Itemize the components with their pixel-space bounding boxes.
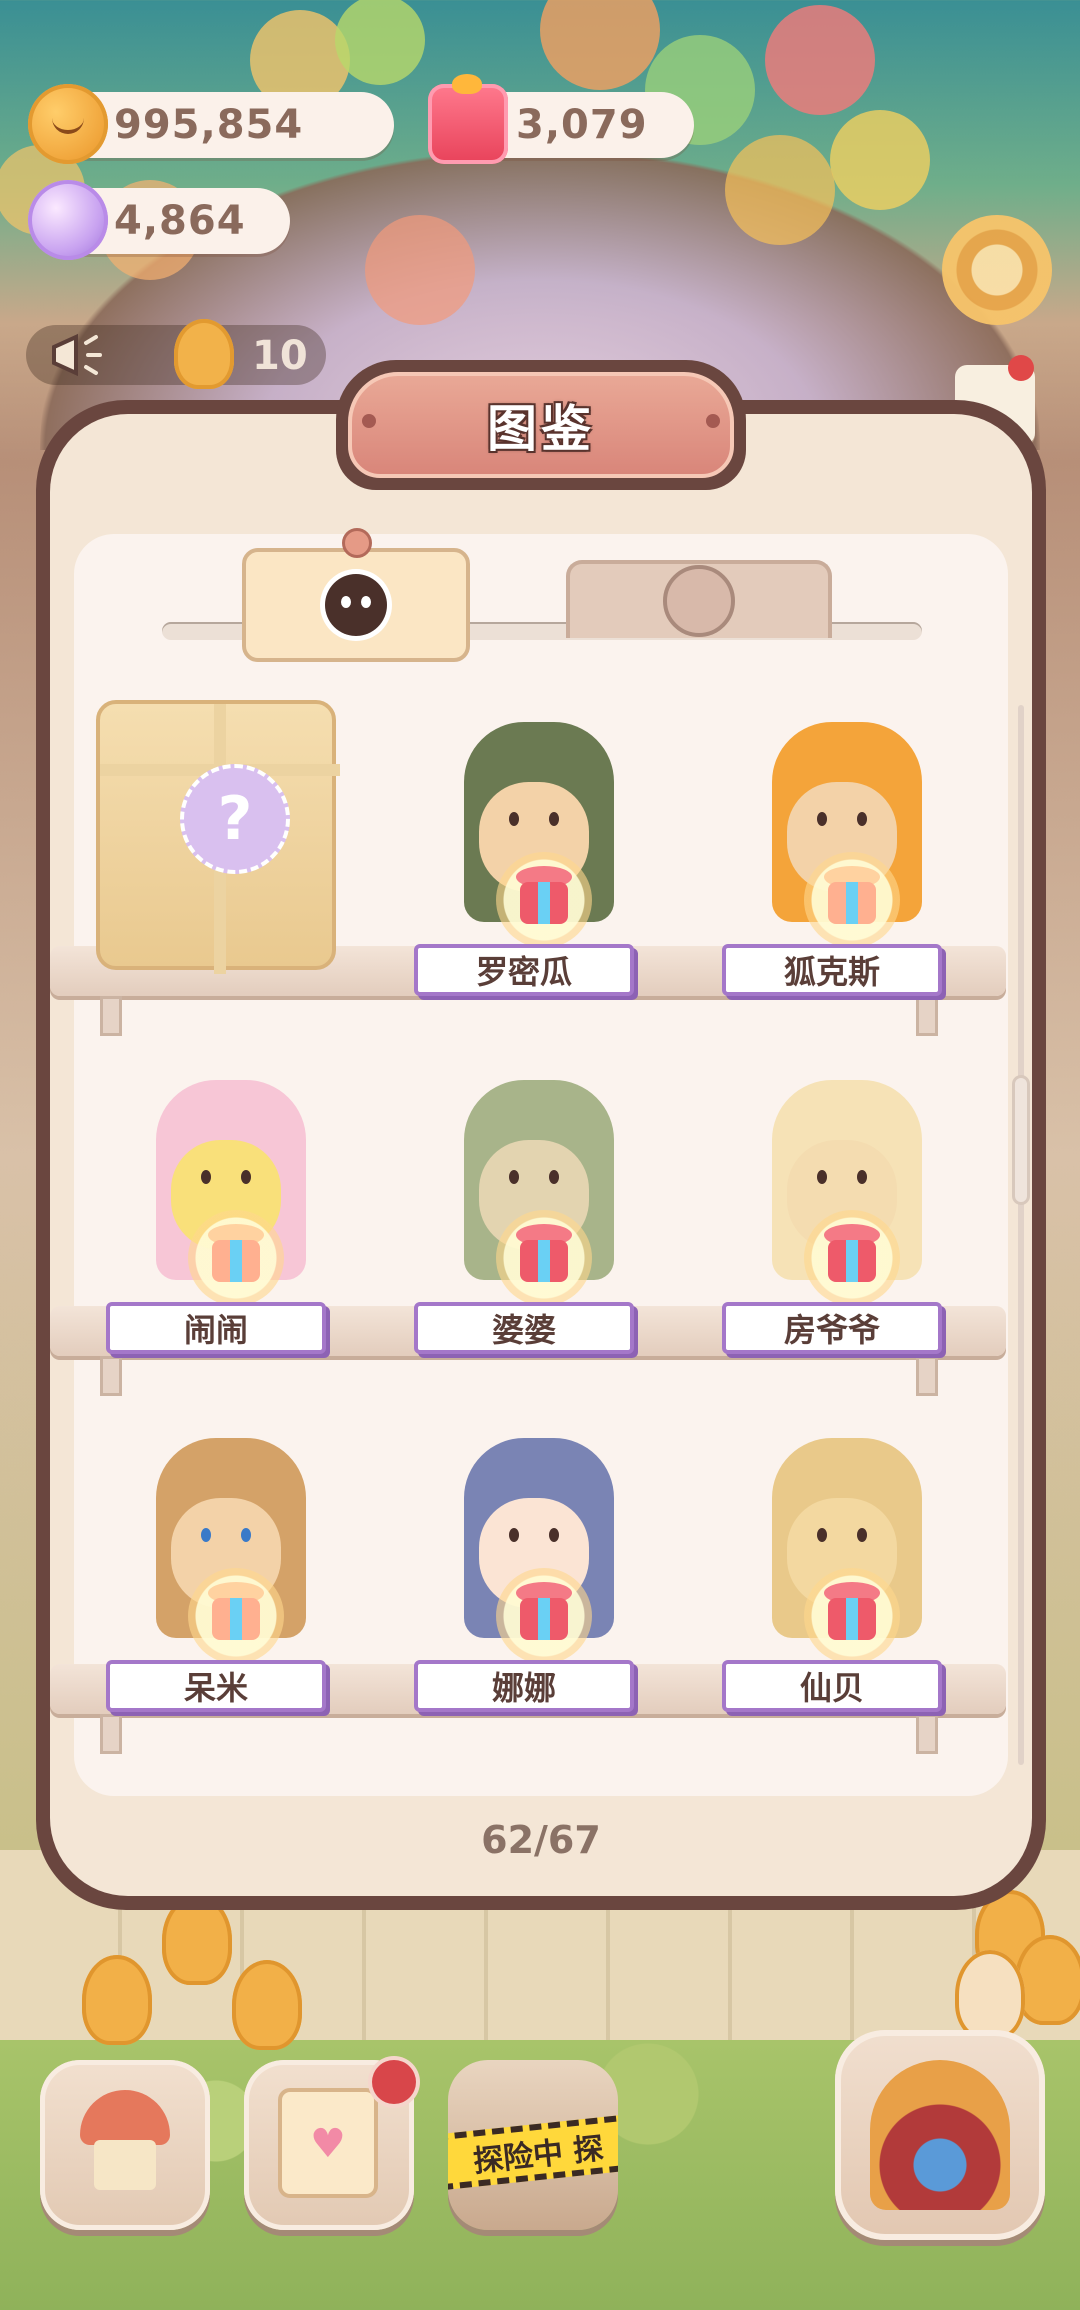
explore-button[interactable]: 探险中 探	[448, 2060, 618, 2230]
character-name: 狐克斯	[722, 944, 942, 996]
plate-rivet	[362, 414, 376, 428]
face-icon	[663, 565, 735, 637]
collection-panel: 图鉴 ? 罗密瓜 狐克斯 闹闹 婆婆 房爷爷 呆米 娜娜 仙贝 62/67	[36, 360, 1046, 1910]
gift-icon	[496, 1568, 592, 1664]
character-name: 罗密瓜	[414, 944, 634, 996]
gift-icon	[804, 1568, 900, 1664]
gingerbread-npc[interactable]	[82, 1955, 152, 2045]
flower-cookie-icon[interactable]	[942, 215, 1052, 325]
crystal-icon	[28, 180, 108, 260]
gingerbread-npc[interactable]	[955, 1950, 1025, 2040]
title-plate: 图鉴	[336, 360, 746, 490]
character-name: 婆婆	[414, 1302, 634, 1354]
explore-label: 探险中 探	[448, 2113, 618, 2191]
character-name: 闹闹	[106, 1302, 326, 1354]
announcement-bar[interactable]: 10	[26, 319, 326, 389]
announcement-count: 10	[252, 333, 308, 379]
tab-characters-alt[interactable]	[566, 560, 832, 638]
gift-icon	[804, 852, 900, 948]
notification-badge	[372, 2060, 416, 2104]
character-card[interactable]: 房爷爷	[722, 1070, 962, 1354]
character-card[interactable]: 罗密瓜	[414, 712, 654, 996]
shelf-bracket	[100, 996, 122, 1036]
cookie-counter[interactable]: 995,854	[28, 84, 394, 164]
house-icon	[80, 2090, 170, 2190]
skull-icon	[325, 574, 387, 636]
character-card[interactable]: 狐克斯	[722, 712, 962, 996]
character-name: 仙贝	[722, 1660, 942, 1712]
diary-icon: ♥	[278, 2088, 378, 2198]
shelf-bracket	[916, 996, 938, 1036]
character-card[interactable]: 娜娜	[414, 1428, 654, 1712]
pin-icon	[342, 528, 372, 558]
shelf-bracket	[916, 1356, 938, 1396]
character-card[interactable]: 呆米	[106, 1428, 346, 1712]
heart-icon: ♥	[310, 2121, 346, 2167]
character-card[interactable]: 婆婆	[414, 1070, 654, 1354]
character-name: 房爷爷	[722, 1302, 942, 1354]
jelly-counter[interactable]: 3,079	[428, 74, 694, 164]
mystery-bag[interactable]: ?	[96, 700, 340, 974]
jelly-candle-icon	[428, 74, 508, 164]
question-icon: ?	[180, 764, 290, 874]
gingerbread-npc[interactable]	[1015, 1935, 1080, 2025]
tab-characters[interactable]	[242, 548, 470, 662]
shelf-bracket	[916, 1714, 938, 1754]
character-card[interactable]: 仙贝	[722, 1428, 962, 1712]
jelly-count: 3,079	[516, 102, 648, 148]
shelf-bracket	[100, 1714, 122, 1754]
crystal-counter[interactable]: 4,864	[28, 180, 290, 260]
cookie-character-icon	[174, 319, 234, 389]
megaphone-icon	[52, 333, 102, 377]
gift-icon	[496, 1210, 592, 1306]
panel-title: 图鉴	[487, 400, 595, 458]
character-name: 娜娜	[414, 1660, 634, 1712]
gingerbread-npc[interactable]	[232, 1960, 302, 2050]
cookie-count: 995,854	[114, 102, 304, 148]
scrollbar-track[interactable]	[1018, 705, 1024, 1765]
gift-icon	[496, 852, 592, 948]
character-card[interactable]: 闹闹	[106, 1070, 346, 1354]
gift-icon	[188, 1568, 284, 1664]
cookie-icon	[28, 84, 108, 164]
collection-counter: 62/67	[481, 1818, 601, 1862]
theater-button[interactable]	[835, 2030, 1045, 2240]
theater-icon	[870, 2060, 1010, 2210]
notification-dot	[1008, 355, 1034, 381]
gift-icon	[188, 1210, 284, 1306]
character-name: 呆米	[106, 1660, 326, 1712]
gift-icon	[804, 1210, 900, 1306]
plate-rivet	[706, 414, 720, 428]
shelf-bracket	[100, 1356, 122, 1396]
crystal-count: 4,864	[114, 198, 246, 244]
scrollbar-thumb[interactable]	[1012, 1075, 1030, 1205]
home-button[interactable]	[40, 2060, 210, 2230]
